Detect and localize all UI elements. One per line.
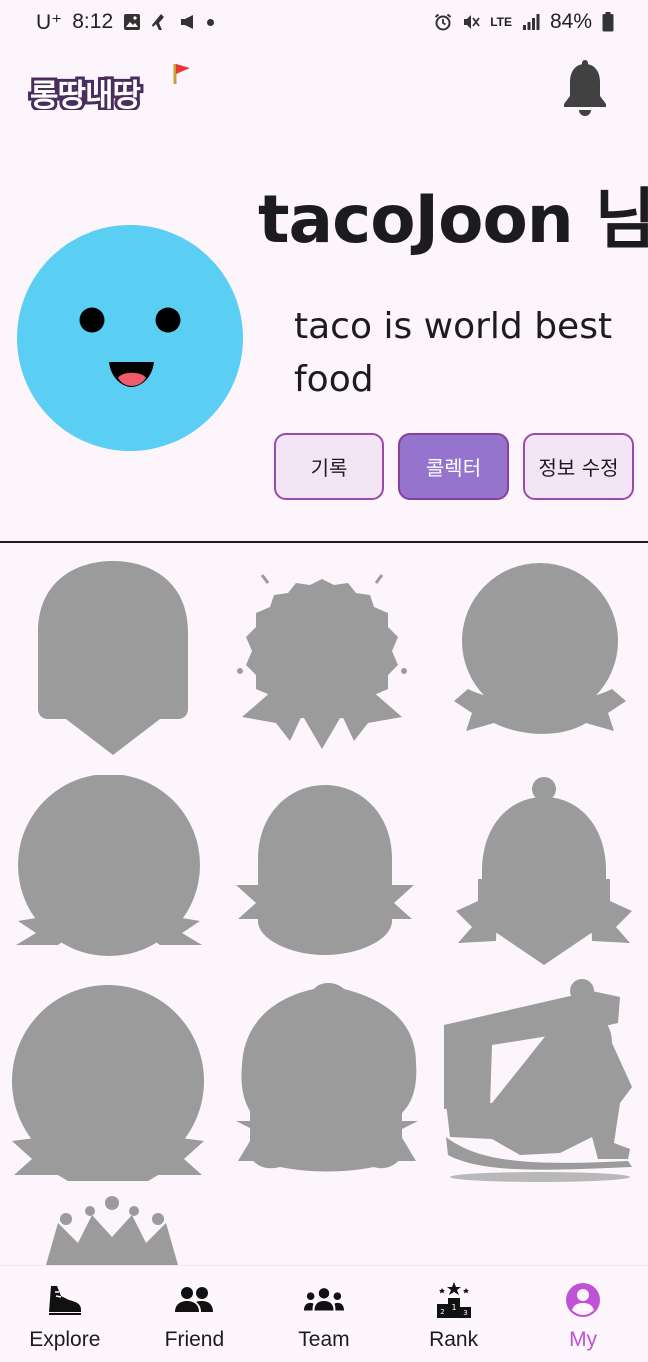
username-title: tacoJoon 님	[258, 181, 648, 258]
ribbon-circle-badge-icon	[454, 563, 626, 734]
badge-dome-banner[interactable]	[234, 785, 416, 957]
shield-badge-icon	[38, 561, 188, 755]
groups-icon	[303, 1280, 344, 1320]
badge-crown[interactable]	[42, 1195, 182, 1265]
badge-rosette[interactable]	[232, 573, 412, 749]
collector-button[interactable]: 콜렉터	[398, 433, 509, 500]
big-circle-banner-badge-icon	[12, 985, 204, 1181]
avatar[interactable]	[16, 224, 244, 452]
status-bar: U⁺ 8:12 LTE 84%	[0, 0, 648, 44]
status-left: U⁺ 8:12	[36, 10, 215, 35]
edit-info-button[interactable]: 정보 수정	[523, 433, 634, 500]
rosette-badge-icon	[237, 574, 407, 749]
more-notifications-dot	[207, 18, 215, 26]
dome-banner-badge-icon	[236, 785, 414, 955]
nav-explore-label: Explore	[29, 1328, 101, 1351]
app-logo[interactable]: 롱땅내땅	[27, 62, 190, 117]
records-button[interactable]: 기록	[274, 433, 384, 500]
badge-ribbon-circle[interactable]	[450, 561, 630, 745]
nav-my-label: My	[569, 1328, 598, 1351]
battery-percent: 84%	[549, 10, 592, 33]
network-label: LTE	[490, 15, 512, 29]
badge-shield[interactable]	[30, 557, 196, 757]
svg-text:1: 1	[451, 1303, 456, 1312]
nav-rank-label: Rank	[429, 1328, 479, 1351]
nav-friend[interactable]: Friend	[130, 1266, 260, 1362]
megaphone-icon	[181, 15, 194, 29]
svg-text:3: 3	[463, 1309, 467, 1317]
people-icon	[174, 1280, 214, 1320]
app-bar: 롱땅내땅	[0, 44, 648, 136]
runner-badge-icon	[444, 979, 632, 1182]
gallery-icon	[124, 14, 141, 30]
blob-banner-badge-icon	[236, 983, 418, 1172]
badge-runner[interactable]	[442, 977, 636, 1187]
logo-graphic: 롱땅내땅	[27, 64, 190, 117]
run-app-icon	[152, 14, 165, 30]
circle-banner-badge-icon	[16, 775, 202, 956]
logo-text: 롱땅내땅	[30, 78, 141, 110]
shoe-icon	[45, 1280, 85, 1320]
clock: 8:12	[72, 10, 114, 33]
bell-icon	[564, 60, 606, 116]
alarm-icon	[435, 13, 452, 31]
crown-badge-icon	[46, 1196, 178, 1265]
nav-explore[interactable]: Explore	[0, 1266, 130, 1362]
bottom-navigation: Explore Friend Team 12 3 Rank My	[0, 1265, 648, 1362]
mute-icon	[464, 15, 480, 29]
carrier-label: U⁺	[36, 10, 63, 34]
profile-section: tacoJoon 님 taco is world best food 기록 콜렉…	[0, 136, 648, 542]
nav-my[interactable]: My	[518, 1266, 648, 1362]
nav-rank[interactable]: 12 3 Rank	[389, 1266, 519, 1362]
podium-icon: 12 3	[434, 1280, 474, 1320]
signal-icon	[522, 14, 540, 30]
account-icon	[563, 1280, 603, 1320]
nav-team[interactable]: Team	[259, 1266, 389, 1362]
battery-icon	[602, 12, 614, 32]
status-right: LTE 84%	[434, 10, 614, 34]
badge-big-circle-banner[interactable]	[8, 985, 208, 1185]
badge-bell-banner[interactable]	[456, 775, 632, 965]
badge-grid	[0, 543, 648, 1265]
notifications-button[interactable]	[556, 58, 614, 120]
badge-blob-banner[interactable]	[234, 981, 420, 1177]
bell-banner-badge-icon	[456, 777, 632, 965]
profile-bio: taco is world best food	[294, 306, 613, 400]
nav-team-label: Team	[298, 1328, 350, 1351]
nav-friend-label: Friend	[164, 1328, 225, 1351]
svg-text:2: 2	[440, 1308, 444, 1316]
flag-icon	[176, 64, 190, 74]
badge-circle-banner[interactable]	[14, 775, 204, 959]
